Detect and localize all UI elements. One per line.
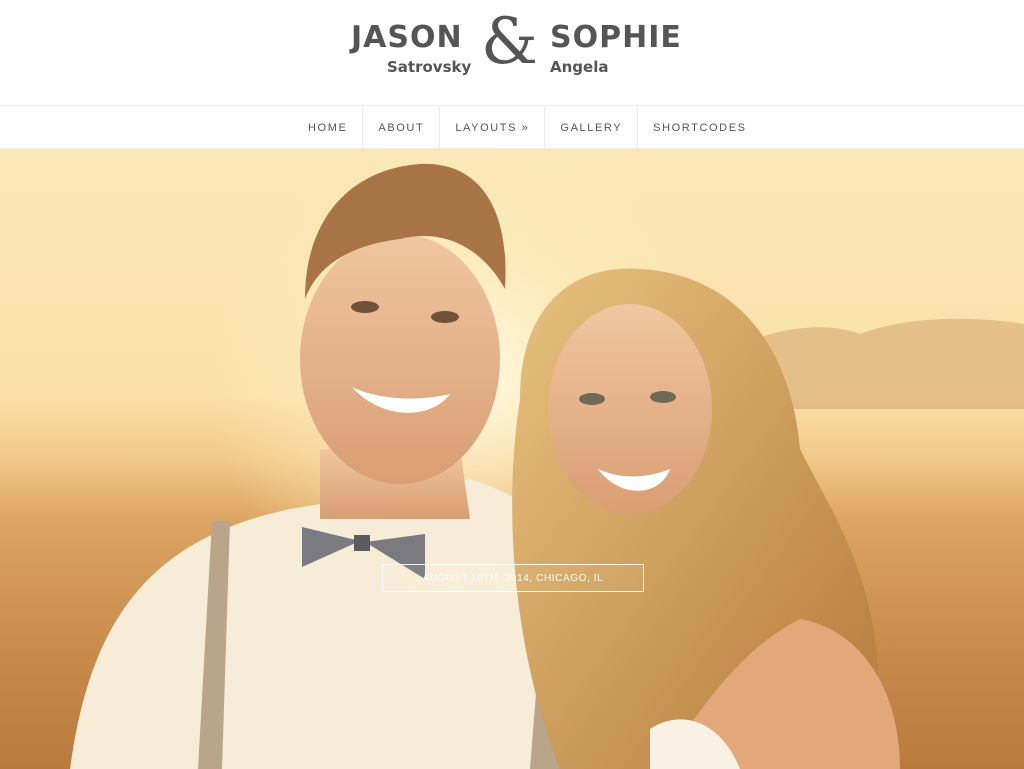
hero-banner: AUGUST 10TH, 2014, CHICAGO, IL (0, 149, 1024, 769)
groom-last-name: Satrovsky (387, 58, 472, 76)
bride-last-name: Angela (550, 58, 609, 76)
groom-eye-left (351, 301, 379, 313)
nav-item-gallery[interactable]: GALLERY (544, 106, 637, 149)
main-navigation: HOME ABOUT LAYOUTS » GALLERY SHORTCODES (0, 106, 1024, 149)
wedding-date-badge: AUGUST 10TH, 2014, CHICAGO, IL (382, 564, 644, 592)
groom-eye-right (431, 311, 459, 323)
nav-item-shortcodes[interactable]: SHORTCODES (637, 106, 761, 149)
bride-eye-right (650, 391, 676, 403)
nav-item-home[interactable]: HOME (293, 106, 362, 149)
groom-first-name: JASON (351, 20, 463, 55)
groom-face (300, 234, 500, 484)
bride-first-name: SOPHIE (550, 20, 682, 55)
nav-list: HOME ABOUT LAYOUTS » GALLERY SHORTCODES (293, 106, 762, 149)
site-header: JASON Satrovsky & SOPHIE Angela (0, 0, 1024, 106)
couple-logo[interactable]: JASON Satrovsky & SOPHIE Angela (0, 0, 1024, 106)
bride-eye-left (579, 393, 605, 405)
nav-item-layouts[interactable]: LAYOUTS » (439, 106, 544, 149)
bow-tie-knot (354, 535, 370, 551)
nav-item-about[interactable]: ABOUT (362, 106, 439, 149)
hero-photo (0, 149, 1024, 769)
ampersand-glyph: & (481, 5, 538, 79)
